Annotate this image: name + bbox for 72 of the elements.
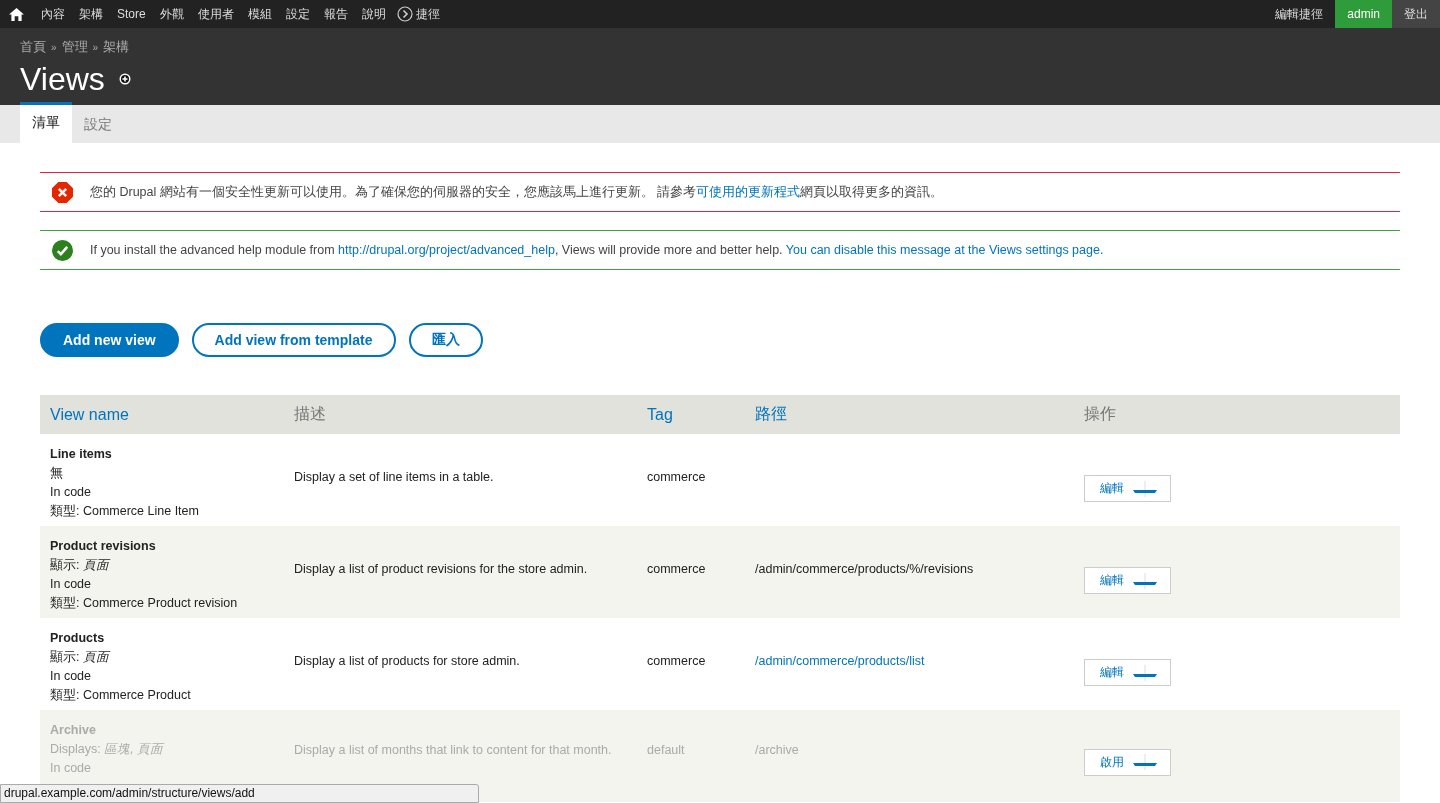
breadcrumb-separator: » [51,41,57,53]
toolbar-menu-item[interactable]: 外觀 [152,5,191,23]
breadcrumb-link[interactable]: 管理 [61,38,88,56]
view-type: 類型: Commerce Product [50,687,192,704]
operation-link[interactable]: 編輯 [1100,664,1124,681]
message-link[interactable]: http://drupal.org/project/advanced_help [338,243,555,257]
toolbar-user-link[interactable]: 登出 [1392,0,1440,28]
tab[interactable]: 清單 [20,102,72,143]
dropdown-toggle-icon[interactable] [1130,664,1160,681]
action-button[interactable]: Add new view [40,323,179,357]
link-url-tooltip: drupal.example.com/admin/structure/views/add [0,784,479,803]
view-type: 類型: Commerce Line Item [50,503,200,520]
view-storage: In code [50,484,92,501]
breadcrumb-separator: » [92,41,99,53]
view-description: Display a set of line items in a table. [294,469,494,484]
view-path: /archive [755,743,799,757]
view-name: Archive [50,722,97,739]
view-displays: 顯示: 頁面 [50,649,112,666]
operation-link[interactable]: 編輯 [1100,480,1124,497]
message-link[interactable]: 可使用的更新程式 [696,184,801,199]
toolbar-menu-item[interactable]: 模組 [240,5,279,23]
message-link[interactable]: You can disable this message at the Views settings page. [785,243,1104,257]
operation-link[interactable]: 編輯 [1100,572,1124,589]
toolbar-menu-item[interactable]: 內容 [34,5,72,23]
view-displays: 無 [50,465,64,482]
plus-circle-icon[interactable] [118,73,131,85]
sortable-column-header[interactable]: 路徑 [745,404,787,425]
view-path: /admin/commerce/products/%/revisions [755,561,974,576]
breadcrumb-link[interactable]: 首頁 [20,38,46,56]
view-displays: 顯示: 頁面 [50,557,112,574]
toolbar-menu-item[interactable]: 設定 [278,5,317,23]
view-tag: default [647,743,685,757]
page-title: Views [20,60,105,98]
view-name: Product revisions [50,538,157,555]
view-name: Products [50,630,106,647]
view-storage: In code [50,760,92,777]
sortable-column-header[interactable]: Tag [637,405,673,424]
view-path-link[interactable]: /admin/commerce/products/list [755,653,925,668]
dropdown-toggle-icon[interactable] [1130,572,1160,589]
view-name: Line items [50,446,113,463]
view-type: 類型: Commerce Product revision [50,595,239,612]
toolbar-menu-item[interactable]: 報告 [316,5,355,23]
action-button[interactable]: 匯入 [408,323,483,357]
breadcrumb-link[interactable]: 架構 [103,38,130,56]
message-text: 您的 Drupal 網站有一個安全性更新可以使用。為了確保您的伺服器的安全，您應該馬上進行更新。 請參考可使用的更新程式網頁以取得更多的資訊。 [90,183,944,201]
column-title: 操作 [1083,404,1116,424]
tab[interactable]: 設定 [72,105,124,143]
home-icon[interactable] [9,7,24,21]
view-tag: commerce [647,469,706,484]
column-title: 描述 [293,404,326,424]
view-description: Display a list of product revisions for the store admin. [294,561,588,576]
toolbar-menu-item[interactable]: 說明 [354,5,393,23]
view-tag: commerce [647,653,706,668]
view-description: Display a list of months that link to content for that month. [294,743,612,757]
dropdown-toggle-icon[interactable] [1130,480,1160,497]
toolbar-menu-item[interactable]: Store [110,7,153,21]
message-text: If you install the advanced help module from http://drupal.org/project/advanced_help, Views will provide more and better help. You can disable this message at the Views settings page. [90,243,1104,257]
view-displays: Displays: 區塊, 頁面 [50,741,166,758]
view-tag: commerce [647,561,706,576]
view-storage: In code [50,668,92,685]
toolbar-user-link[interactable]: admin [1335,0,1392,28]
view-storage: In code [50,576,92,593]
action-button[interactable]: Add view from template [191,323,396,357]
error-icon [52,181,73,203]
toolbar-menu-item[interactable]: 架構 [72,5,110,23]
shortcuts-link[interactable]: 捷徑 [412,5,447,23]
chevron-circle-icon [396,6,413,22]
view-description: Display a list of products for store admin. [294,653,520,668]
toolbar-user-link[interactable]: 編輯捷徑 [1263,0,1336,28]
check-icon [52,239,73,261]
toolbar-menu-item[interactable]: 使用者 [190,5,241,23]
sortable-column-header[interactable]: View name [40,405,129,424]
